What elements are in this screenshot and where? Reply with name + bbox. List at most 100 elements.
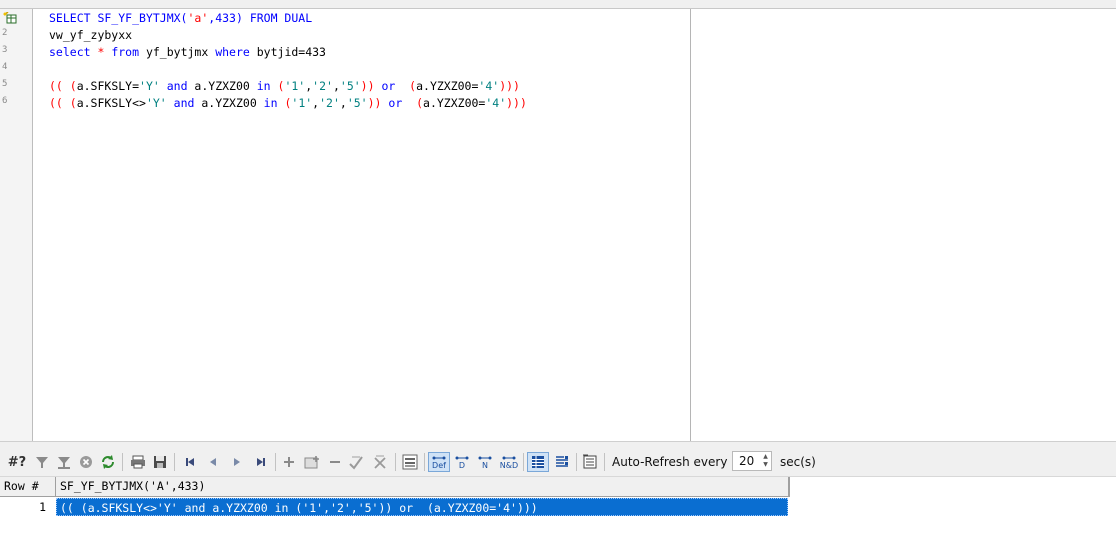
line-number: 6 [2, 96, 8, 106]
line-number: 4 [2, 62, 8, 72]
nd-view-button[interactable]: N&D [497, 452, 521, 472]
code-token: a.SFKSLY= [76, 79, 140, 93]
seconds-label: sec(s) [780, 455, 816, 469]
code-token: ,433) [208, 11, 250, 25]
code-token: a.YZXZ00 [201, 96, 264, 110]
code-token: '5' [346, 96, 368, 110]
line-number: 2 [2, 28, 8, 38]
code-line[interactable]: vw_yf_zybyxx [49, 27, 527, 44]
top-toolbar-strip [0, 0, 1116, 9]
code-token: in [263, 96, 285, 110]
toolbar-separator [523, 453, 524, 471]
insert-record-icon[interactable] [279, 452, 299, 472]
d-view-button[interactable]: D [451, 452, 473, 472]
code-token: or [381, 79, 410, 93]
code-text[interactable]: SELECT SF_YF_BYTJMX('a',433) FROM DUAL vw… [49, 10, 527, 112]
code-token: 'a' [187, 11, 209, 25]
filter-icon[interactable] [32, 452, 52, 472]
code-line[interactable]: (( (a.SFKSLY<>'Y' and a.YZXZ00 in ('1','… [49, 95, 527, 112]
selected-cell[interactable]: (( (a.SFKSLY<>'Y' and a.YZXZ00 in ('1','… [56, 498, 788, 516]
code-line[interactable]: select * from yf_bytjmx where bytjid=433 [49, 44, 527, 61]
code-token: 'Y' [139, 79, 167, 93]
def-label: Def [432, 460, 446, 470]
grid-header: Row # SF_YF_BYTJMX('A',433) [0, 477, 790, 497]
code-token: and [166, 79, 195, 93]
code-token: '5' [339, 79, 361, 93]
code-token: and [173, 96, 202, 110]
code-token: * [97, 45, 112, 59]
code-token: SELECT SF_YF_BYTJMX( [49, 11, 188, 25]
code-token: a.YZXZ00= [423, 96, 486, 110]
code-token: ))) [506, 96, 527, 110]
code-token: )) [360, 79, 382, 93]
first-record-icon[interactable] [180, 452, 200, 472]
refresh-interval-value[interactable]: 20 [739, 454, 754, 468]
toolbar-separator [275, 453, 276, 471]
def-view-button[interactable]: Def [428, 452, 450, 472]
code-token: '4' [485, 96, 507, 110]
code-token: 'Y' [145, 96, 174, 110]
help-button[interactable]: #? [6, 452, 28, 472]
spinner-arrows[interactable]: ▲ ▼ [761, 453, 770, 469]
toolbar-separator [395, 453, 396, 471]
delete-record-icon[interactable] [325, 452, 345, 472]
last-record-icon[interactable] [251, 452, 271, 472]
toolbar-separator [576, 453, 577, 471]
code-token: FROM DUAL [249, 11, 313, 25]
line-number: 3 [2, 45, 8, 55]
row-number-header: Row # [0, 477, 56, 496]
auto-refresh-label: Auto-Refresh every [612, 455, 728, 469]
d-label: D [458, 460, 466, 470]
code-line[interactable]: (( (a.SFKSLY='Y' and a.YZXZ00 in ('1','2… [49, 78, 527, 95]
query-by-example-icon[interactable] [580, 452, 600, 472]
code-token: ))) [499, 79, 520, 93]
code-token: '1' [291, 96, 313, 110]
column-header[interactable]: SF_YF_BYTJMX('A',433) [56, 477, 789, 496]
duplicate-record-icon[interactable] [302, 452, 322, 472]
refresh-icon[interactable] [98, 452, 118, 472]
sql-editor[interactable]: 2 3 4 5 6 SELECT SF_YF_BYTJMX('a',433) F… [0, 9, 690, 441]
code-token: where [215, 45, 257, 59]
toolbar-separator [122, 453, 123, 471]
code-token: )) [367, 96, 389, 110]
code-token: '2' [319, 96, 340, 110]
prior-record-icon[interactable] [203, 452, 223, 472]
result-toolbar: #? Def D N N&D Auto-Refresh every 20 ▲ ▼… [0, 448, 1116, 477]
save-icon[interactable] [150, 452, 170, 472]
next-record-icon[interactable] [227, 452, 247, 472]
result-grid[interactable]: Row # SF_YF_BYTJMX('A',433) 1 (( (a.SFKS… [0, 477, 1116, 554]
code-token: , [339, 96, 347, 110]
line-number: 5 [2, 79, 8, 89]
n-view-button[interactable]: N [474, 452, 496, 472]
code-token: vw_yf_zybyxx [49, 28, 133, 42]
toolbar-separator [174, 453, 175, 471]
refresh-interval-spinner[interactable]: 20 ▲ ▼ [732, 451, 772, 471]
cancel-edit-icon[interactable] [370, 452, 390, 472]
code-token: '4' [478, 79, 500, 93]
single-record-view-icon[interactable] [400, 452, 420, 472]
code-token: in [256, 79, 278, 93]
print-icon[interactable] [128, 452, 148, 472]
table-icon [3, 12, 17, 24]
post-edit-icon[interactable] [346, 452, 366, 472]
code-token: bytjid=433 [256, 45, 326, 59]
code-token: '2' [312, 79, 333, 93]
text-view-icon[interactable] [551, 452, 573, 472]
code-token: a.YZXZ00 [194, 79, 257, 93]
toolbar-separator [604, 453, 605, 471]
code-token: from [111, 45, 146, 59]
grid-view-icon[interactable] [527, 452, 549, 472]
n-label: N [482, 460, 488, 470]
cancel-icon[interactable] [76, 452, 96, 472]
table-row[interactable]: 1 (( (a.SFKSLY<>'Y' and a.YZXZ00 in ('1'… [0, 497, 789, 517]
line-number-gutter: 2 3 4 5 6 [0, 9, 33, 441]
toolbar-separator [424, 453, 425, 471]
code-line[interactable]: SELECT SF_YF_BYTJMX('a',433) FROM DUAL [49, 10, 527, 27]
code-token: , [332, 79, 340, 93]
code-token: '1' [284, 79, 306, 93]
code-token: or [388, 96, 417, 110]
code-line[interactable] [49, 61, 527, 78]
clear-filter-icon[interactable] [54, 452, 74, 472]
code-token: a.SFKSLY<> [76, 96, 146, 110]
code-token: (( ( [49, 96, 77, 110]
